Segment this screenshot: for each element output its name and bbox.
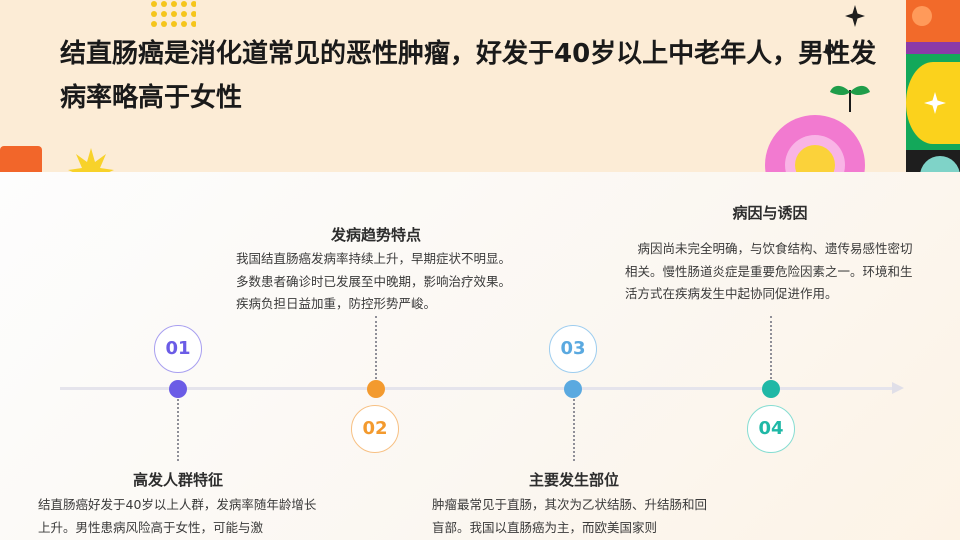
sparkle-star-icon [845,5,865,27]
geometric-block-decoration [912,6,932,26]
milestone-02-heading: 发病趋势特点 [330,226,421,244]
milestone-02-text: 我国结直肠癌发病率持续上升，早期症状不明显。多数患者确诊时已发展至中晚期，影响治… [236,251,512,311]
timeline-arrow-icon [892,382,904,394]
page-title: 结直肠癌是消化道常见的恶性肿瘤，好发于40岁以上中老年人，男性发病率略高于女性 [60,39,877,113]
milestone-04-connector [770,316,772,379]
milestone-03-heading: 主要发生部位 [528,471,619,489]
milestone-04-text: 病因尚未完全明确，与饮食结构、遗传易感性密切相关。慢性肠道炎症是重要危险因素之一… [625,241,913,301]
milestone-03-connector [573,399,575,461]
milestone-04-badge: 04 [747,405,795,453]
dot-pattern-decoration [151,1,196,27]
milestone-04-heading: 病因与诱因 [732,204,808,222]
ticket-decoration [0,146,42,172]
milestone-02-badge: 02 [351,405,399,453]
milestone-04-dot [762,380,780,398]
starburst-decoration [68,148,114,172]
milestone-01-connector [177,399,179,461]
milestone-01-text: 结直肠癌好发于40岁以上人群，发病率随年龄增长上升。男性患病风险高于女性，可能与… [38,497,317,535]
milestone-03-dot [564,380,582,398]
milestone-03-text: 肿瘤最常见于直肠，其次为乙状结肠、升结肠和回盲部。我国以直肠癌为主，而欧美国家则 [432,497,708,535]
milestone-01-heading: 高发人群特征 [132,471,223,489]
milestone-01-dot [169,380,187,398]
milestone-02-dot [367,380,385,398]
milestone-01-badge: 01 [154,325,202,373]
milestone-03-badge: 03 [549,325,597,373]
sparkle-star-icon [924,92,946,114]
milestone-02-connector [375,316,377,379]
geometric-block-decoration [906,42,960,54]
